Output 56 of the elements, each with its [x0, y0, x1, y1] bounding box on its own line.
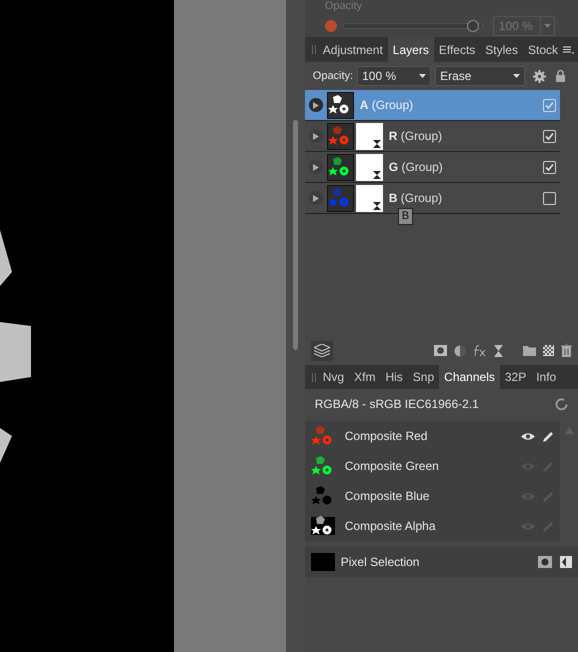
panel-tab[interactable]: Adjustment: [318, 37, 388, 62]
trash-icon[interactable]: [561, 344, 572, 357]
layer-row[interactable]: G (Group): [304, 152, 560, 183]
settings-icon[interactable]: [533, 70, 546, 82]
layer-name: B (Group): [388, 190, 442, 207]
blend-mode-dropdown[interactable]: Erase: [435, 66, 526, 86]
opacity-label: Opacity:: [312, 68, 354, 84]
panel-tab[interactable]: Channels: [439, 365, 500, 389]
panel-tab[interactable]: His: [380, 365, 408, 389]
mask-icon[interactable]: [538, 556, 552, 568]
visibility-checkbox[interactable]: [543, 98, 556, 112]
panel-tab[interactable]: Nvg: [318, 365, 350, 389]
panel-tab[interactable]: Xfm: [349, 365, 380, 389]
panel-tab[interactable]: Layers: [388, 37, 434, 62]
pencil-icon[interactable]: [543, 430, 554, 442]
channel-name: Composite Alpha: [344, 518, 436, 535]
channel-name: Composite Green: [344, 458, 439, 475]
scrollbar[interactable]: [292, 120, 298, 350]
eye-icon[interactable]: [521, 432, 535, 440]
layers-icon[interactable]: [310, 340, 333, 360]
caret-icon: [513, 74, 520, 78]
panel-tab[interactable]: 32P: [500, 365, 532, 389]
caret-icon: [419, 74, 426, 78]
channel-row[interactable]: Composite Red: [304, 421, 560, 451]
visibility-checkbox[interactable]: [543, 160, 556, 174]
layer-name: A (Group): [360, 97, 414, 114]
invert-icon[interactable]: [560, 556, 572, 568]
panel-tab[interactable]: Info: [531, 365, 562, 389]
layer-row[interactable]: R (Group): [304, 121, 560, 152]
panel-tab[interactable]: Snp: [408, 365, 440, 389]
layer-name: R (Group): [388, 128, 442, 145]
checkerboard-icon[interactable]: [543, 345, 554, 356]
tooltip: B: [398, 208, 414, 225]
folder-icon[interactable]: [523, 345, 536, 356]
pixel-selection-row[interactable]: Pixel Selection: [304, 547, 578, 577]
channel-name: Composite Red: [344, 428, 428, 445]
mask-icon[interactable]: [434, 345, 447, 356]
color-format-label: RGBA/8 - sRGB IEC61966-2.1: [314, 396, 479, 413]
fx-icon[interactable]: [473, 344, 487, 356]
panel-tab[interactable]: Stock: [522, 37, 563, 62]
layer-name: G (Group): [388, 159, 443, 176]
opacity-dropdown[interactable]: 100 %: [357, 66, 432, 86]
visibility-checkbox[interactable]: [543, 192, 556, 204]
refresh-icon[interactable]: [555, 398, 568, 410]
panel-tab[interactable]: Styles: [480, 37, 523, 62]
adjustment-icon[interactable]: [454, 344, 466, 356]
channel-name: Composite Blue: [344, 488, 430, 505]
hourglass-icon[interactable]: [494, 344, 503, 356]
visibility-checkbox[interactable]: [543, 130, 556, 142]
panel-tab[interactable]: Effects: [434, 37, 480, 62]
lock-icon[interactable]: [556, 70, 566, 82]
opacity-slider[interactable]: [342, 20, 483, 32]
selection-thumbnail: [310, 553, 335, 571]
channel-name: Pixel Selection: [340, 554, 420, 571]
color-swatch-icon[interactable]: [324, 20, 337, 32]
caret-icon: [544, 24, 551, 28]
